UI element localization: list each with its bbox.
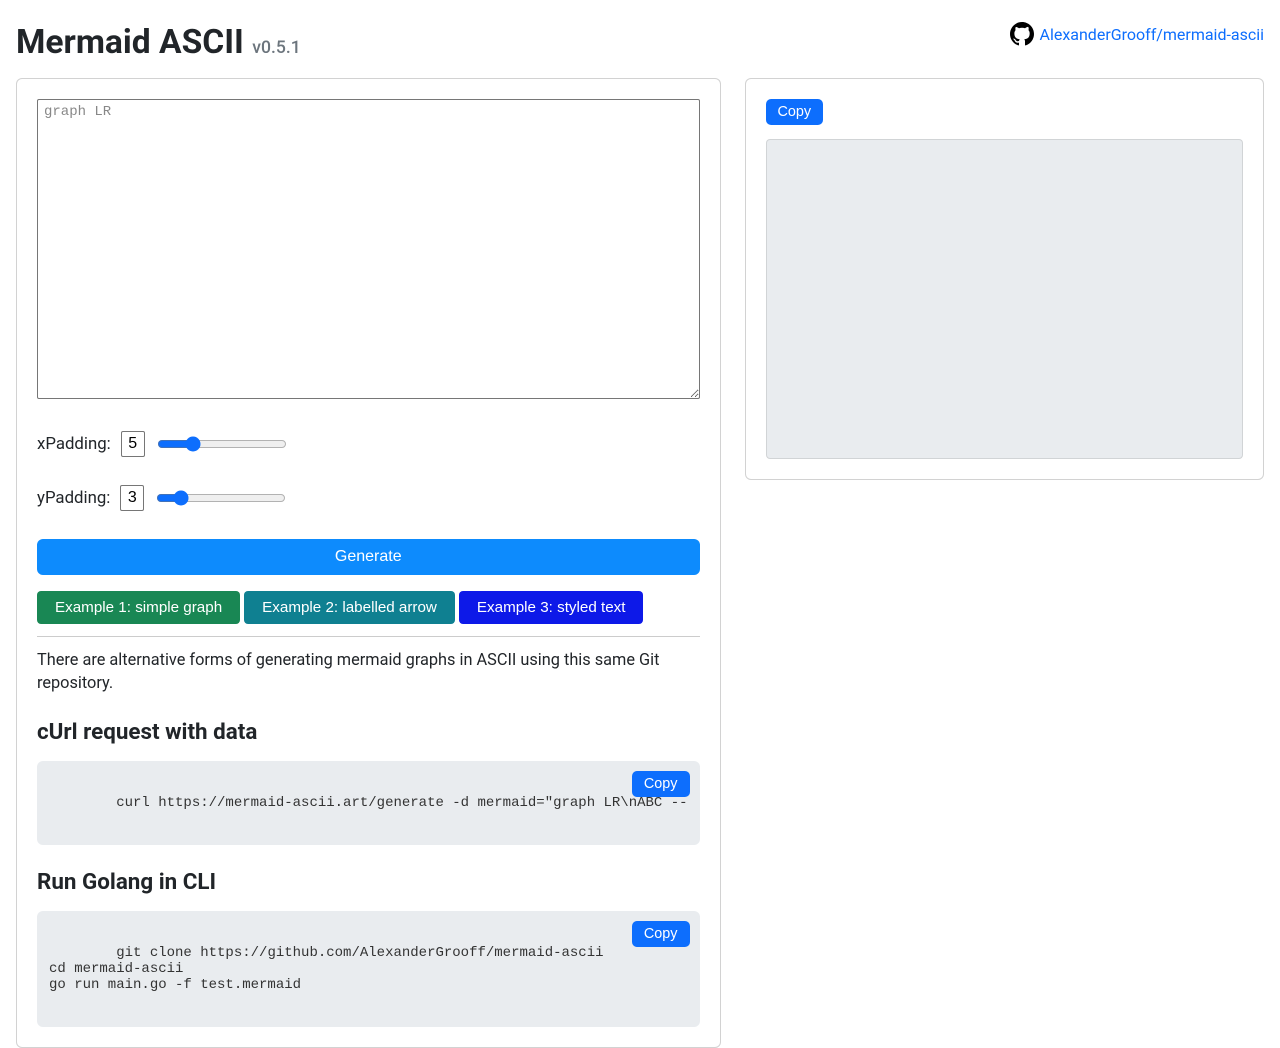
github-repo-link[interactable]: AlexanderGrooff/mermaid-ascii (1010, 22, 1264, 46)
ypadding-slider[interactable] (156, 490, 286, 506)
example-2-button[interactable]: Example 2: labelled arrow (244, 591, 455, 624)
example-3-button[interactable]: Example 3: styled text (459, 591, 644, 624)
curl-code-block: Copycurl https://mermaid-ascii.art/gener… (37, 761, 700, 845)
title-text: Mermaid ASCII (16, 23, 244, 62)
mermaid-input[interactable] (37, 99, 700, 399)
output-card: Copy (745, 78, 1264, 480)
repo-link-text: AlexanderGrooff/mermaid-ascii (1040, 25, 1264, 44)
divider (37, 636, 700, 637)
xpadding-number-input[interactable] (121, 431, 145, 457)
github-icon (1010, 22, 1034, 46)
ypadding-label: yPadding: (37, 488, 110, 508)
generate-button[interactable]: Generate (37, 539, 700, 575)
curl-heading: cUrl request with data (37, 719, 700, 745)
cli-code-text: git clone https://github.com/AlexanderGr… (49, 945, 604, 993)
cli-code-block: Copy git clone https://github.com/Alexand… (37, 911, 700, 1027)
input-card: xPadding: yPadding: Generate Example 1: … (16, 78, 721, 1048)
copy-cli-button[interactable]: Copy (632, 921, 690, 947)
cli-heading: Run Golang in CLI (37, 869, 700, 895)
alternatives-description: There are alternative forms of generatin… (37, 649, 700, 695)
copy-curl-button[interactable]: Copy (632, 771, 690, 797)
xpadding-label: xPadding: (37, 434, 111, 454)
curl-code-text: curl https://mermaid-ascii.art/generate … (116, 795, 687, 811)
output-box (766, 139, 1243, 459)
xpadding-slider[interactable] (157, 436, 287, 452)
copy-output-button[interactable]: Copy (766, 99, 824, 125)
ypadding-number-input[interactable] (120, 485, 144, 511)
page-title: Mermaid ASCII v0.5.1 (16, 23, 301, 62)
example-1-button[interactable]: Example 1: simple graph (37, 591, 240, 624)
version-text: v0.5.1 (252, 38, 301, 58)
